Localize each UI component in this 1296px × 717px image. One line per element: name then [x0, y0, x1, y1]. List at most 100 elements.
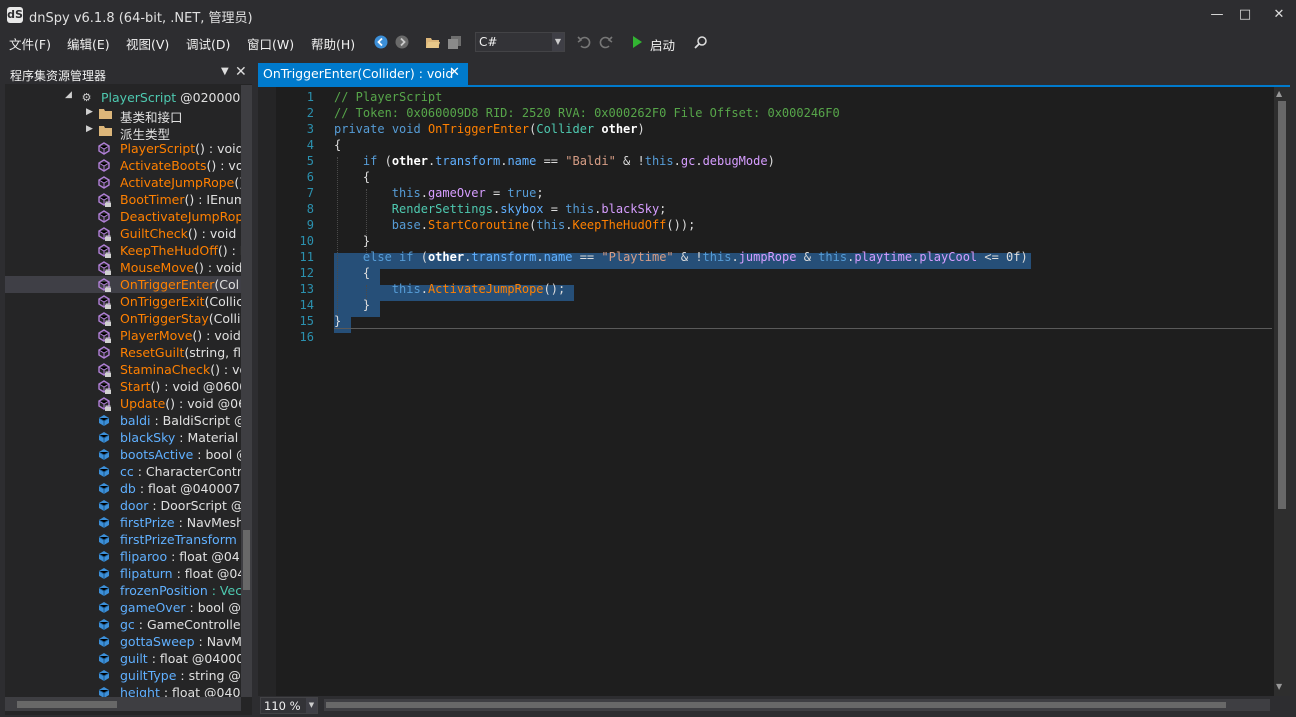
tree-node-derived-types[interactable]: ▶ 派生类型: [5, 123, 241, 140]
tree-node-member[interactable]: ActivateBoots() : void: [5, 157, 241, 174]
tree-node-base-types[interactable]: ▶ 基类和接口: [5, 106, 241, 123]
tree-node-member[interactable]: cc : CharacterContro: [5, 463, 241, 480]
back-button[interactable]: [373, 32, 389, 52]
menu-window[interactable]: 窗口(W): [247, 34, 294, 53]
member-signature: : float @04: [172, 566, 241, 581]
tree-node-member[interactable]: blackSky : Material: [5, 429, 241, 446]
expand-icon[interactable]: ▶: [86, 124, 93, 134]
code-token: (: [377, 154, 392, 168]
menu-file[interactable]: 文件(F): [9, 34, 51, 53]
member-name: StaminaCheck: [120, 362, 211, 377]
scrollbar-thumb[interactable]: [326, 702, 1226, 708]
search-button[interactable]: [693, 32, 709, 52]
menu-edit[interactable]: 编辑(E): [67, 34, 110, 53]
redo-button[interactable]: [598, 32, 614, 52]
field-icon: [97, 618, 110, 631]
member-name: OnTriggerEnter: [120, 277, 215, 292]
explorer-horizontal-scrollbar[interactable]: [5, 697, 241, 711]
tree-node-member[interactable]: frozenPosition : Vec: [5, 582, 241, 599]
member-signature: () : IEnum: [184, 192, 241, 207]
tree-node-member[interactable]: OnTriggerEnter(Col: [5, 276, 241, 293]
member-name: firstPrize: [120, 515, 175, 530]
explorer-vertical-scrollbar[interactable]: [241, 85, 252, 697]
scrollbar-thumb[interactable]: [243, 530, 250, 590]
dropdown-icon[interactable]: ▼: [221, 66, 229, 77]
code-token: private: [334, 122, 385, 136]
code-token: gameOver: [427, 186, 486, 200]
tree-node-member[interactable]: gameOver : bool @: [5, 599, 241, 616]
menu-debug[interactable]: 调试(D): [186, 34, 230, 53]
tree-node-member[interactable]: PlayerScript() : void @: [5, 140, 241, 157]
member-name: ResetGuilt: [120, 345, 185, 360]
tree-node-member[interactable]: OnTriggerExit(Collic: [5, 293, 241, 310]
tree-node-member[interactable]: PlayerMove() : void: [5, 327, 241, 344]
tree-node-member[interactable]: firstPrize : NavMesh: [5, 514, 241, 531]
tree-node-member[interactable]: height : float @0400: [5, 684, 241, 697]
collapse-icon[interactable]: ◢: [65, 90, 72, 100]
member-name: height: [120, 685, 160, 697]
editor-vertical-scrollbar[interactable]: ▲ ▼: [1274, 87, 1290, 696]
scrollbar-thumb[interactable]: [1278, 101, 1286, 509]
tree-node-member[interactable]: Update() : void @06: [5, 395, 241, 412]
tree-node-member[interactable]: guilt : float @04000: [5, 650, 241, 667]
tree-node-member[interactable]: fliparoo : float @04: [5, 548, 241, 565]
member-name: blackSky: [120, 430, 176, 445]
field-icon: [97, 635, 110, 648]
code-token: this: [818, 250, 848, 264]
code-area[interactable]: 1 // PlayerScript 2 // Token: 0x060009D8 RI…: [258, 87, 1274, 696]
forward-button[interactable]: [394, 32, 410, 52]
zoom-select[interactable]: 110 % ▼: [260, 697, 318, 714]
undo-button[interactable]: [576, 32, 592, 52]
start-label[interactable]: 启动: [650, 35, 675, 54]
open-button[interactable]: [424, 32, 442, 52]
tree-node-member[interactable]: guiltType : string @: [5, 667, 241, 684]
tree-node-member[interactable]: db : float @040007: [5, 480, 241, 497]
close-icon[interactable]: ✕: [235, 64, 247, 80]
chevron-down-icon: ▼: [552, 33, 564, 51]
scroll-up-icon[interactable]: ▲: [1276, 89, 1282, 98]
assembly-tree[interactable]: ◢ ⚙ PlayerScript @020000D ▶ 基类和接口 ▶ 派生类型…: [5, 85, 241, 697]
tab-ontriggerenter[interactable]: OnTriggerEnter(Collider) : void ✕: [258, 63, 468, 85]
tree-node-member[interactable]: gottaSweep : NavM: [5, 633, 241, 650]
tree-node-member[interactable]: ActivateJumpRope(): [5, 174, 241, 191]
code-token: name: [543, 250, 573, 264]
tree-node-member[interactable]: firstPrizeTransform: [5, 531, 241, 548]
expand-icon[interactable]: ▶: [86, 107, 93, 117]
tree-node-member[interactable]: MouseMove() : void: [5, 259, 241, 276]
start-button[interactable]: [630, 32, 644, 52]
tree-node-member[interactable]: baldi : BaldiScript @: [5, 412, 241, 429]
minimize-button[interactable]: —: [1202, 4, 1232, 26]
scrollbar-thumb[interactable]: [17, 701, 117, 708]
private-method-icon: [97, 227, 111, 241]
scroll-down-icon[interactable]: ▼: [1276, 682, 1282, 691]
editor-horizontal-scrollbar[interactable]: [324, 699, 1270, 711]
menu-view[interactable]: 视图(V): [126, 34, 169, 53]
member-name: PlayerMove: [120, 328, 193, 343]
save-button[interactable]: [446, 32, 464, 52]
save-all-icon: [448, 36, 461, 49]
tree-node-member[interactable]: BootTimer() : IEnum: [5, 191, 241, 208]
close-icon[interactable]: ✕: [449, 65, 460, 80]
tree-node-member[interactable]: DeactivateJumpRop: [5, 208, 241, 225]
tree-node-member[interactable]: KeepTheHudOff() : I: [5, 242, 241, 259]
tree-node-member[interactable]: OnTriggerStay(Collic: [5, 310, 241, 327]
tree-node-member[interactable]: door : DoorScript @: [5, 497, 241, 514]
tree-node-playerscript[interactable]: ◢ ⚙ PlayerScript @020000D: [5, 89, 241, 106]
tree-node-member[interactable]: GuiltCheck() : void @: [5, 225, 241, 242]
member-signature: : bool @: [197, 447, 241, 462]
close-button[interactable]: ✕: [1264, 4, 1294, 26]
code-editor[interactable]: 1 // PlayerScript 2 // Token: 0x060009D8 RI…: [258, 87, 1290, 696]
tree-node-member[interactable]: gc : GameControllei: [5, 616, 241, 633]
tree-node-member[interactable]: flipaturn : float @04: [5, 565, 241, 582]
search-icon: [694, 36, 707, 49]
language-select[interactable]: C# ▼: [475, 32, 565, 52]
tree-node-member[interactable]: bootsActive : bool @: [5, 446, 241, 463]
maximize-button[interactable]: □: [1230, 4, 1260, 26]
method-icon: [97, 210, 110, 223]
tree-node-member[interactable]: Start() : void @0600: [5, 378, 241, 395]
tree-node-member[interactable]: StaminaCheck() : vo: [5, 361, 241, 378]
class-icon: ⚙: [81, 91, 92, 104]
menu-help[interactable]: 帮助(H): [311, 34, 355, 53]
tree-node-member[interactable]: ResetGuilt(string, flo: [5, 344, 241, 361]
